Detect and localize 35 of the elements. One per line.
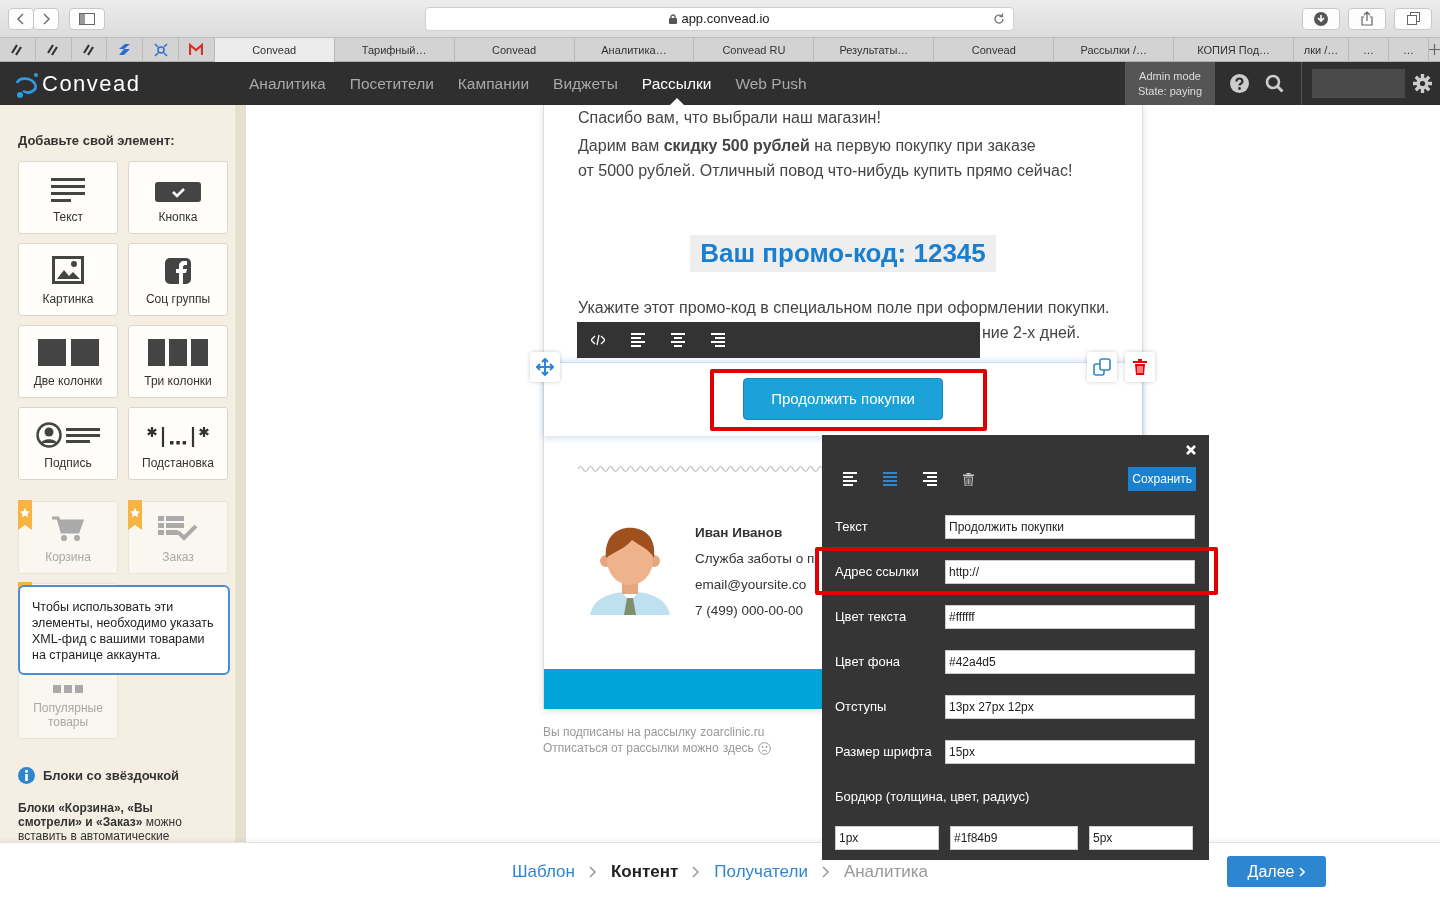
field-label: Цвет фона: [835, 652, 902, 671]
tile-label: Заказ: [162, 549, 194, 564]
tile-label: Текст: [52, 209, 84, 224]
field-label: Отступы: [835, 697, 888, 716]
tile-label: Кнопка: [158, 209, 198, 224]
tile-label: Корзина: [45, 549, 91, 564]
email-text: Укажите этот промо-код в специальном поле при оформлении покупки.: [578, 298, 1108, 318]
field-label: Цвет текста: [835, 607, 908, 626]
info-text: Блоки «Корзина», «Вы смотрели» и «Заказ» можно вставить в автоматические: [18, 801, 183, 842]
tile-label: Популярные товары: [32, 700, 104, 729]
email-text: ние 2-х дней.: [982, 323, 1081, 343]
field-label: Бордюр (толщина, цвет, радиус): [835, 787, 1030, 806]
signature-name: Иван Иванов: [695, 524, 784, 542]
admin-state-text: State: paying: [1137, 83, 1203, 99]
tile-label: Соц группы: [145, 291, 211, 306]
field-label: Адрес ссылки: [835, 562, 920, 581]
tile-label: Три колонки: [144, 373, 212, 388]
phone-text: 7 (499) 000-00-00: [695, 602, 805, 620]
email-paragraph: Дарим вам скидку 500 рублей на первую покупку при заказе от 5000 рублей. Отличный повод что-нибудь купить прямо сейчас!: [578, 136, 1074, 181]
tooltip-text: Чтобы использовать эти элементы, необходимо указать XML-фид с вашими товарами на странице аккаунта.: [32, 599, 215, 663]
tile-label: Подстановка: [142, 455, 214, 470]
tile-label: Подпись: [44, 455, 92, 470]
promo-code: Ваш промо-код: 12345: [690, 235, 996, 272]
tile-label: Две колонки: [33, 373, 103, 388]
url-text: app.convead.io: [681, 9, 770, 28]
field-label: Размер шрифта: [835, 742, 933, 761]
admin-mode-text: Admin mode: [1139, 68, 1201, 84]
signature-role: Служба заботы о п: [695, 550, 815, 568]
unsubscribe-text: Отписаться от рассылки можно: [543, 740, 719, 756]
email-text: Спасибо вам, что выбрали наш магазин!: [578, 108, 882, 128]
subscription-text: Вы подписаны на рассылку: [543, 724, 697, 740]
info-title: Блоки со звёздочкой: [43, 766, 180, 785]
section-heading: Добавьте свой элемент:: [18, 132, 176, 150]
tile-label: Картинка: [42, 291, 94, 306]
field-label: Текст: [835, 517, 869, 536]
